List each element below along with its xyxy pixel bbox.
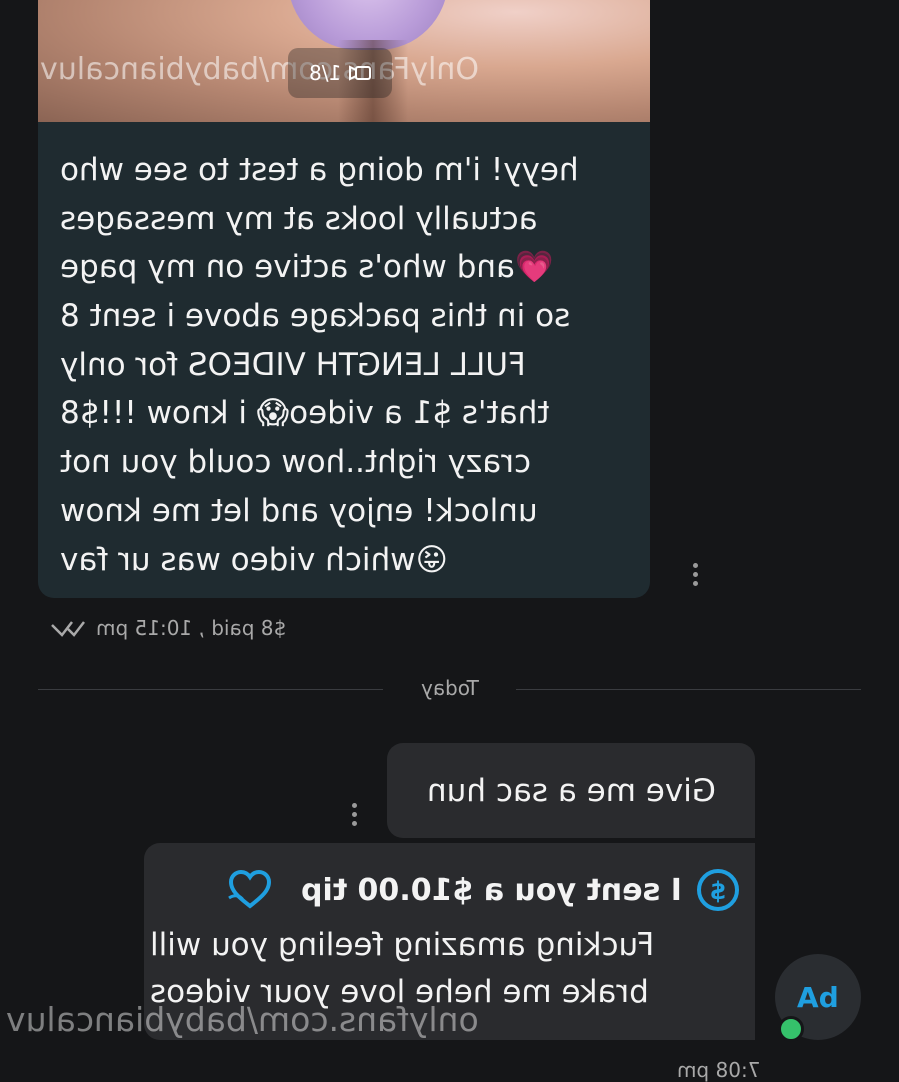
message-options-icon[interactable] xyxy=(352,803,358,830)
message-line: actually looks at my messages xyxy=(60,200,538,237)
tip-title: I sent you a $10.00 tip xyxy=(301,872,682,908)
outgoing-message-text: Give me a sac hun xyxy=(426,772,716,809)
message-line: unlock! enjoy and let me know xyxy=(60,492,538,529)
divider-line-right xyxy=(516,689,861,690)
read-checkmarks-icon xyxy=(51,621,85,637)
message-line: heyy! i'm doing a test to see who xyxy=(60,152,579,188)
media-counter: 1/8 xyxy=(308,61,342,85)
message-line: $8!!! that's $1 a video😱 i know xyxy=(60,395,550,432)
tip-line: Fucking amazing feeling you will xyxy=(150,927,655,963)
outgoing-message-bubble: Give me a sac hun xyxy=(387,743,755,838)
onlyfans-watermark: onlyfans.com/babybiancaluv xyxy=(6,1000,479,1039)
online-status-dot xyxy=(778,1016,804,1042)
message-line: crazy right..how could you not xyxy=(60,444,532,481)
dollar-coin-icon: $ xyxy=(697,869,739,911)
svg-text:$: $ xyxy=(710,877,727,905)
paid-time-label: $8 paid , 10:15 pm xyxy=(96,616,287,640)
heart-icon xyxy=(228,870,272,909)
message-meta: $8 paid , 10:15 pm xyxy=(48,616,328,640)
video-camera-icon xyxy=(349,65,372,81)
message-line: so in this package above i sent 8 xyxy=(60,298,571,335)
message-line: and who's active on my page💗 xyxy=(60,249,554,286)
tip-header: I sent you a $10.00 tip $ xyxy=(200,866,740,914)
message-line: FULL LENGTH VIDEOS for only xyxy=(60,346,526,383)
incoming-message-text: heyy! i'm doing a test to see who actual… xyxy=(60,146,622,584)
date-divider-label: Today xyxy=(421,676,479,700)
divider-line-left xyxy=(38,689,383,690)
outgoing-time: 7:08 pm xyxy=(676,1058,760,1082)
media-count-badge: 1/8 xyxy=(288,48,392,98)
message-line: which video was ur fav😜 xyxy=(60,541,448,578)
message-options-icon[interactable] xyxy=(693,563,699,590)
